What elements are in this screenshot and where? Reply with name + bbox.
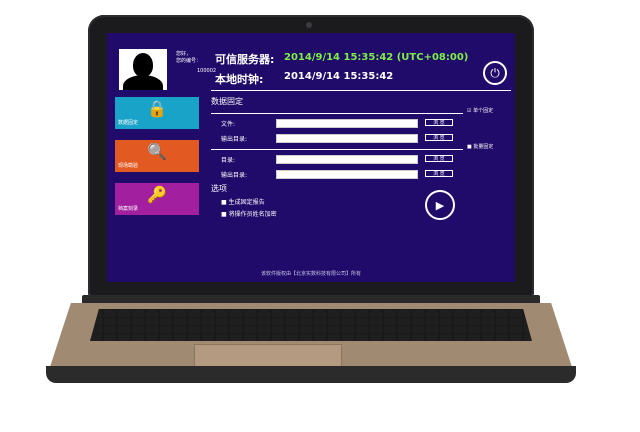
checkbox-unchecked-icon: ■ bbox=[467, 144, 472, 150]
option-label: 将操作员姓名加密 bbox=[228, 211, 277, 218]
bullet-icon: ■ bbox=[221, 199, 227, 206]
checkbox-checked-icon: ☑ bbox=[467, 108, 472, 114]
batch-output-browse-button[interactable]: 浏 览 bbox=[425, 170, 453, 177]
file-browse-button[interactable]: 浏 览 bbox=[425, 119, 453, 126]
avatar-head bbox=[133, 53, 153, 77]
single-divider bbox=[211, 113, 463, 114]
sidebar-item-label: 现场勘验 bbox=[118, 163, 139, 169]
sidebar-item-label: 档案刻录 bbox=[118, 206, 139, 212]
copyright-footer: 该软件版权由【北京实数科技有限公司】所有 bbox=[260, 271, 361, 277]
sidebar-item-label: 数据固定 bbox=[118, 120, 139, 126]
user-id: 100002 bbox=[197, 68, 217, 74]
batch-mode-option[interactable]: ■ 批量固定 bbox=[467, 143, 493, 150]
local-clock-time: 2014/9/14 15:35:42 bbox=[284, 71, 394, 82]
options-title: 选项 bbox=[211, 184, 227, 193]
dir-label: 目录: bbox=[221, 157, 236, 164]
avatar-body bbox=[123, 75, 163, 90]
single-mode-label: 单个固定 bbox=[473, 108, 494, 114]
trusted-server-label: 可信服务器: bbox=[215, 53, 275, 66]
single-mode-option[interactable]: ☑ 单个固定 bbox=[467, 107, 493, 114]
batch-output-label: 输出目录: bbox=[221, 172, 248, 179]
section-title-data-fix: 数据固定 bbox=[211, 97, 243, 106]
key-icon: 🔑 bbox=[147, 185, 167, 204]
option-generate-report[interactable]: ■ 生成固定报告 bbox=[221, 197, 265, 206]
dir-browse-button[interactable]: 浏 览 bbox=[425, 155, 453, 162]
greeting-text: 您好， bbox=[176, 51, 192, 57]
play-icon: ▶ bbox=[435, 198, 445, 212]
single-output-label: 输出目录: bbox=[221, 136, 248, 143]
laptop-front-edge bbox=[46, 366, 576, 383]
user-id-label: 您的编号： bbox=[176, 58, 202, 64]
bullet-icon: ■ bbox=[221, 211, 227, 218]
greeting-block: 您好， 您的编号： bbox=[176, 51, 201, 65]
option-encrypt-operator[interactable]: ■ 将操作员姓名加密 bbox=[221, 209, 277, 218]
file-input[interactable] bbox=[276, 119, 418, 128]
power-icon: ⏻ bbox=[490, 65, 500, 80]
app-window: 您好， 您的编号： 100002 可信服务器: 2014/9/14 15:35:… bbox=[107, 33, 515, 282]
header-divider bbox=[211, 90, 511, 91]
laptop-lid: 您好， 您的编号： 100002 可信服务器: 2014/9/14 15:35:… bbox=[88, 15, 534, 297]
webcam bbox=[306, 22, 312, 28]
start-button[interactable]: ▶ bbox=[425, 190, 455, 220]
option-label: 生成固定报告 bbox=[228, 199, 265, 206]
avatar bbox=[119, 49, 167, 90]
batch-output-input[interactable] bbox=[276, 170, 418, 179]
power-button[interactable]: ⏻ bbox=[483, 61, 507, 85]
sidebar-item-inspection[interactable]: 🔍 现场勘验 bbox=[115, 140, 199, 172]
keyboard bbox=[90, 309, 532, 341]
sidebar-item-data-fix[interactable]: 🔒 数据固定 bbox=[115, 97, 199, 129]
local-clock-label: 本地时钟: bbox=[215, 73, 264, 86]
batch-divider bbox=[211, 149, 463, 150]
sidebar-item-archive[interactable]: 🔑 档案刻录 bbox=[115, 183, 199, 215]
trusted-server-time: 2014/9/14 15:35:42 (UTC+08:00) bbox=[284, 52, 469, 63]
touchpad bbox=[194, 344, 342, 368]
single-output-browse-button[interactable]: 浏 览 bbox=[425, 134, 453, 141]
magnifier-icon: 🔍 bbox=[147, 142, 167, 161]
batch-mode-label: 批量固定 bbox=[473, 144, 494, 150]
single-output-input[interactable] bbox=[276, 134, 418, 143]
dir-input[interactable] bbox=[276, 155, 418, 164]
padlock-icon: 🔒 bbox=[147, 99, 167, 118]
file-label: 文件: bbox=[221, 121, 236, 128]
